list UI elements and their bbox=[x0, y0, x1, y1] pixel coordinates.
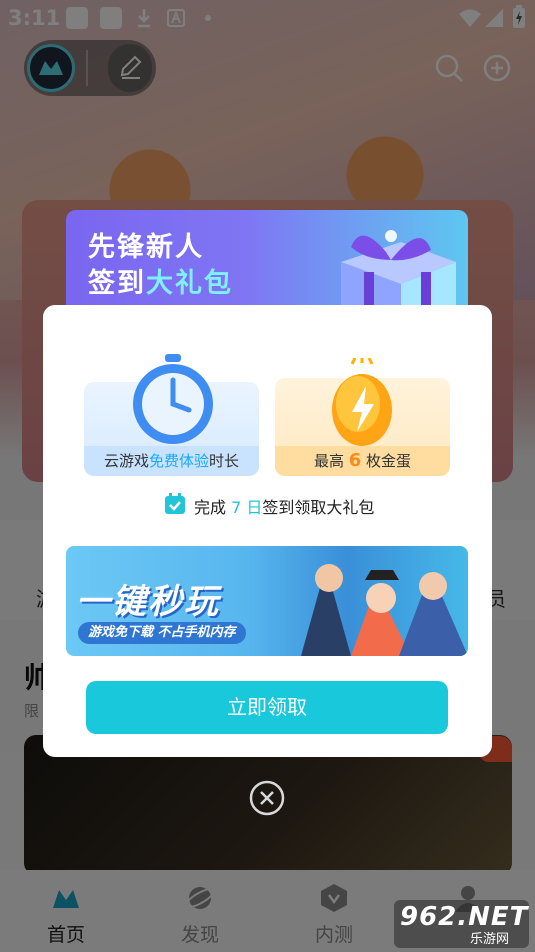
promo-title: 一键秒玩 bbox=[76, 582, 220, 622]
claim-now-button[interactable]: 立即领取 bbox=[86, 681, 448, 734]
signin-suffix: 签到领取大礼包 bbox=[262, 498, 375, 517]
one-click-play-promo: 一键秒玩 游戏免下载 不占手机内存 bbox=[66, 546, 468, 656]
gift-title: 先锋新人 签到大礼包 bbox=[88, 230, 233, 302]
golden-egg-icon bbox=[332, 358, 392, 446]
cloud-time-suffix: 时长 bbox=[209, 452, 240, 470]
promo-subtitle: 游戏免下载 不占手机内存 bbox=[78, 622, 246, 644]
cloud-time-prefix: 云游戏 bbox=[103, 452, 149, 470]
golden-egg-count: 6 bbox=[348, 450, 362, 471]
game-characters-illustration bbox=[301, 564, 468, 656]
signin-days: 7 日 bbox=[231, 498, 263, 517]
stopwatch-icon bbox=[133, 354, 213, 444]
signin-requirement: 完成 7 日签到领取大礼包 bbox=[194, 494, 374, 518]
watermark-subtext: 乐游网 bbox=[470, 932, 510, 947]
cloud-time-label: 云游戏免费体验时长 bbox=[84, 446, 259, 476]
golden-egg-prefix: 最高 bbox=[313, 452, 349, 470]
signin-prefix: 完成 bbox=[194, 498, 232, 517]
gift-title-line2-prefix: 签到 bbox=[88, 268, 146, 299]
gift-title-line2-highlight: 大礼包 bbox=[146, 268, 233, 299]
golden-egg-label: 最高 6 枚金蛋 bbox=[275, 446, 450, 476]
golden-egg-suffix: 枚金蛋 bbox=[361, 452, 412, 470]
close-icon[interactable] bbox=[249, 780, 285, 816]
cloud-time-highlight: 免费体验 bbox=[148, 452, 209, 470]
watermark-text: 962.NET bbox=[400, 902, 529, 932]
gift-title-line2: 签到大礼包 bbox=[88, 266, 233, 302]
gift-title-line1: 先锋新人 bbox=[88, 232, 204, 263]
calendar-check-icon bbox=[165, 493, 185, 514]
